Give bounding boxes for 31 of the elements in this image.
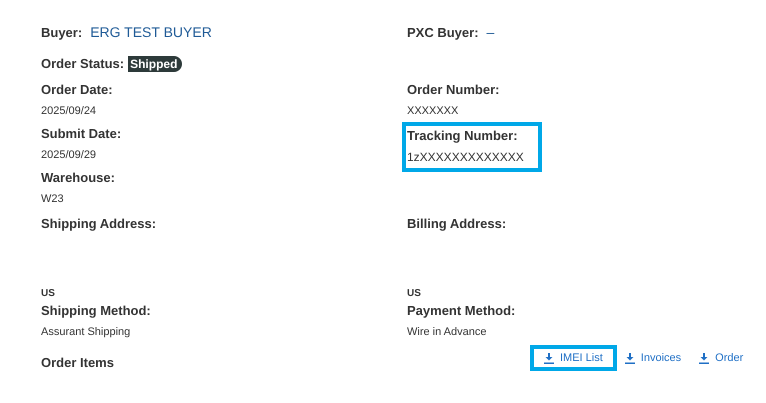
country-text: US (41, 288, 55, 299)
download-icon (544, 352, 554, 364)
download-link[interactable]: Invoices (622, 345, 684, 371)
field-label: Order Number: (407, 81, 500, 99)
field-label: Shipping Method: (41, 302, 152, 320)
download-link[interactable]: IMEI List (530, 345, 617, 371)
field-label: Tracking Number: (407, 127, 519, 145)
field-value: Wire in Advance (407, 325, 488, 340)
field-label: Shipping Address: (41, 216, 156, 231)
field-label: PXC Buyer: (407, 24, 479, 42)
field-label: Payment Method: (407, 302, 516, 320)
field-value: 2025/09/24 (41, 104, 98, 119)
field-value: ERG TEST BUYER (90, 23, 212, 42)
download-icon (699, 352, 710, 364)
section-heading: Order Items (41, 354, 115, 372)
field-label: Order Date: (41, 81, 114, 99)
field-label: Warehouse: (41, 169, 116, 187)
download-icon (624, 352, 635, 364)
country-text: US (407, 288, 421, 299)
field-label: Buyer: (41, 24, 82, 42)
field-value: 1zXXXXXXXXXXXXX (407, 149, 525, 166)
field-label: Billing Address: (407, 216, 506, 231)
field-label: Order Status: (41, 55, 124, 73)
status-badge: Shipped (128, 56, 182, 72)
field-value: XXXXXXX (407, 104, 460, 119)
field-value: W23 (41, 192, 65, 207)
download-link[interactable]: Order (697, 345, 746, 371)
field-value: – (486, 23, 494, 42)
field-value: Assurant Shipping (41, 325, 132, 340)
field-label: Submit Date: (41, 125, 122, 143)
field-value: 2025/09/29 (41, 148, 98, 163)
